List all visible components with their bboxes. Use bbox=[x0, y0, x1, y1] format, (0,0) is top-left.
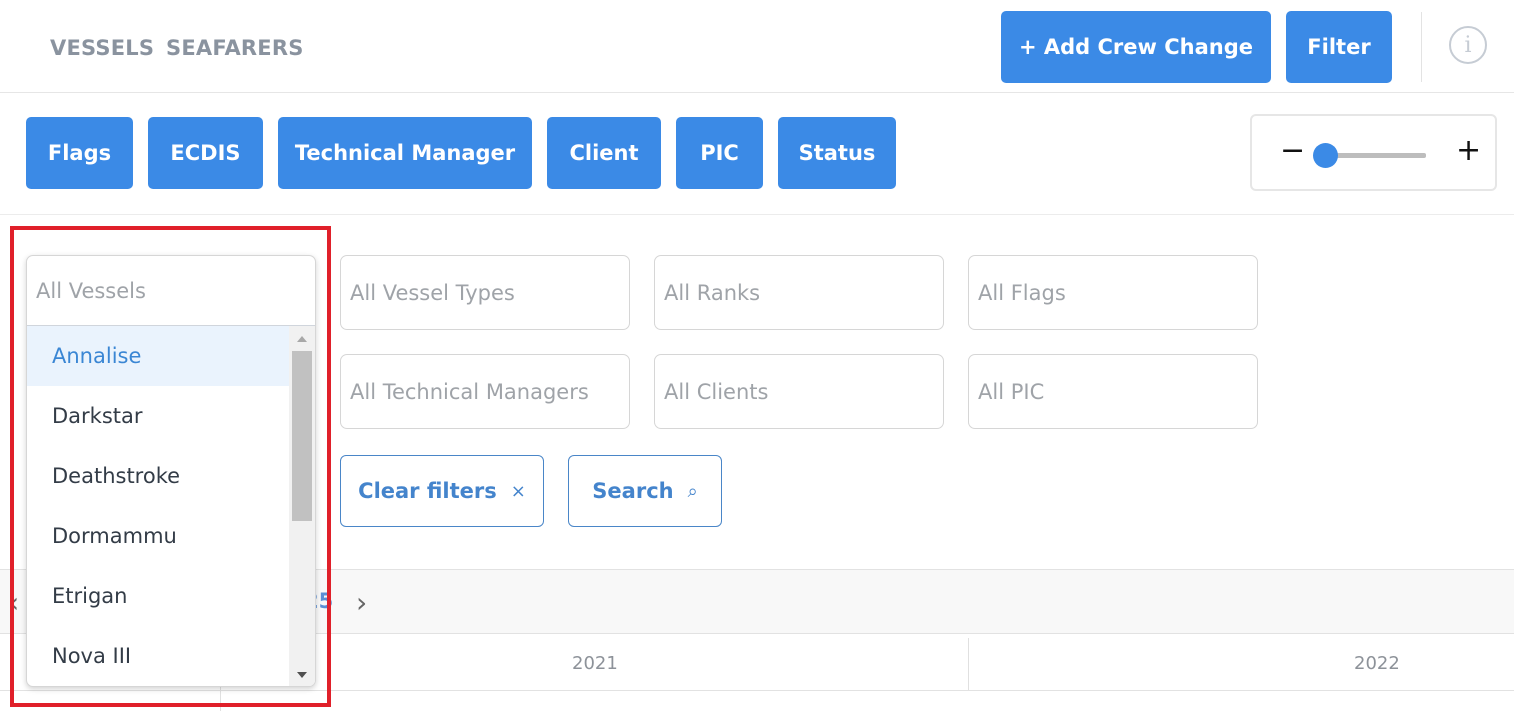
pic-placeholder: All PIC bbox=[978, 379, 1045, 404]
vessels-select-input[interactable]: All Vessels bbox=[27, 256, 315, 326]
column-divider bbox=[968, 638, 969, 690]
zoom-control: − + bbox=[1250, 114, 1497, 191]
vessel-option[interactable]: Deathstroke bbox=[27, 446, 290, 506]
search-button[interactable]: Search ⌕ bbox=[568, 455, 722, 527]
vessel-option[interactable]: Etrigan bbox=[27, 566, 290, 626]
clients-placeholder: All Clients bbox=[664, 379, 769, 404]
chip-status[interactable]: Status bbox=[778, 117, 896, 189]
ranks-placeholder: All Ranks bbox=[664, 280, 761, 305]
search-icon: ⌕ bbox=[687, 480, 698, 502]
vessel-option[interactable]: Darkstar bbox=[27, 386, 290, 446]
chip-technical-manager[interactable]: Technical Manager bbox=[278, 117, 532, 189]
chevron-right-icon[interactable]: › bbox=[356, 586, 367, 619]
vessel-option[interactable]: Annalise bbox=[27, 326, 290, 386]
info-glyph: i bbox=[1464, 32, 1472, 58]
year-label: 2022 bbox=[1354, 653, 1400, 674]
vessels-select-dropdown[interactable]: All Vessels Annalise Darkstar Deathstrok… bbox=[26, 255, 316, 687]
zoom-out-button[interactable]: − bbox=[1280, 136, 1305, 166]
flags-placeholder: All Flags bbox=[978, 280, 1066, 305]
top-bar: VESSELS SEAFARERS + Add Crew Change Filt… bbox=[0, 0, 1514, 93]
close-icon: × bbox=[510, 480, 526, 502]
nav-seafarers[interactable]: SEAFARERS bbox=[166, 36, 304, 60]
dropdown-scrollbar[interactable] bbox=[289, 326, 315, 686]
chip-ecdis[interactable]: ECDIS bbox=[148, 117, 263, 189]
category-chip-bar: Flags ECDIS Technical Manager Client PIC… bbox=[0, 93, 1514, 215]
vessel-option[interactable]: Nova III bbox=[27, 626, 290, 686]
info-icon[interactable]: i bbox=[1449, 26, 1487, 64]
flags-select[interactable]: All Flags bbox=[968, 255, 1258, 330]
vessels-placeholder: All Vessels bbox=[36, 278, 146, 303]
zoom-in-button[interactable]: + bbox=[1456, 136, 1481, 166]
vessel-types-select[interactable]: All Vessel Types bbox=[340, 255, 630, 330]
chip-flags[interactable]: Flags bbox=[26, 117, 133, 189]
clear-filters-label: Clear filters bbox=[358, 479, 497, 503]
vessel-options-list: Annalise Darkstar Deathstroke Dormammu E… bbox=[27, 326, 290, 686]
ranks-select[interactable]: All Ranks bbox=[654, 255, 944, 330]
clear-filters-button[interactable]: Clear filters × bbox=[340, 455, 544, 527]
pic-select[interactable]: All PIC bbox=[968, 354, 1258, 429]
filter-button[interactable]: Filter bbox=[1286, 11, 1392, 83]
add-crew-change-button[interactable]: + Add Crew Change bbox=[1001, 11, 1271, 83]
zoom-slider-thumb[interactable] bbox=[1313, 143, 1338, 168]
clients-select[interactable]: All Clients bbox=[654, 354, 944, 429]
chip-client[interactable]: Client bbox=[547, 117, 661, 189]
technical-managers-select[interactable]: All Technical Managers bbox=[340, 354, 630, 429]
vessel-types-placeholder: All Vessel Types bbox=[350, 280, 515, 305]
search-label: Search bbox=[592, 479, 674, 503]
technical-managers-placeholder: All Technical Managers bbox=[350, 379, 589, 404]
year-label: 2021 bbox=[572, 653, 618, 674]
divider bbox=[1421, 12, 1422, 82]
scroll-up-arrow-icon[interactable] bbox=[297, 336, 307, 342]
vessel-option[interactable]: Dormammu bbox=[27, 506, 290, 566]
chevron-left-icon[interactable]: ‹ bbox=[8, 586, 19, 619]
scrollbar-thumb[interactable] bbox=[292, 351, 312, 521]
chip-pic[interactable]: PIC bbox=[676, 117, 763, 189]
scroll-down-arrow-icon[interactable] bbox=[297, 672, 307, 678]
nav-vessels[interactable]: VESSELS bbox=[50, 36, 154, 60]
